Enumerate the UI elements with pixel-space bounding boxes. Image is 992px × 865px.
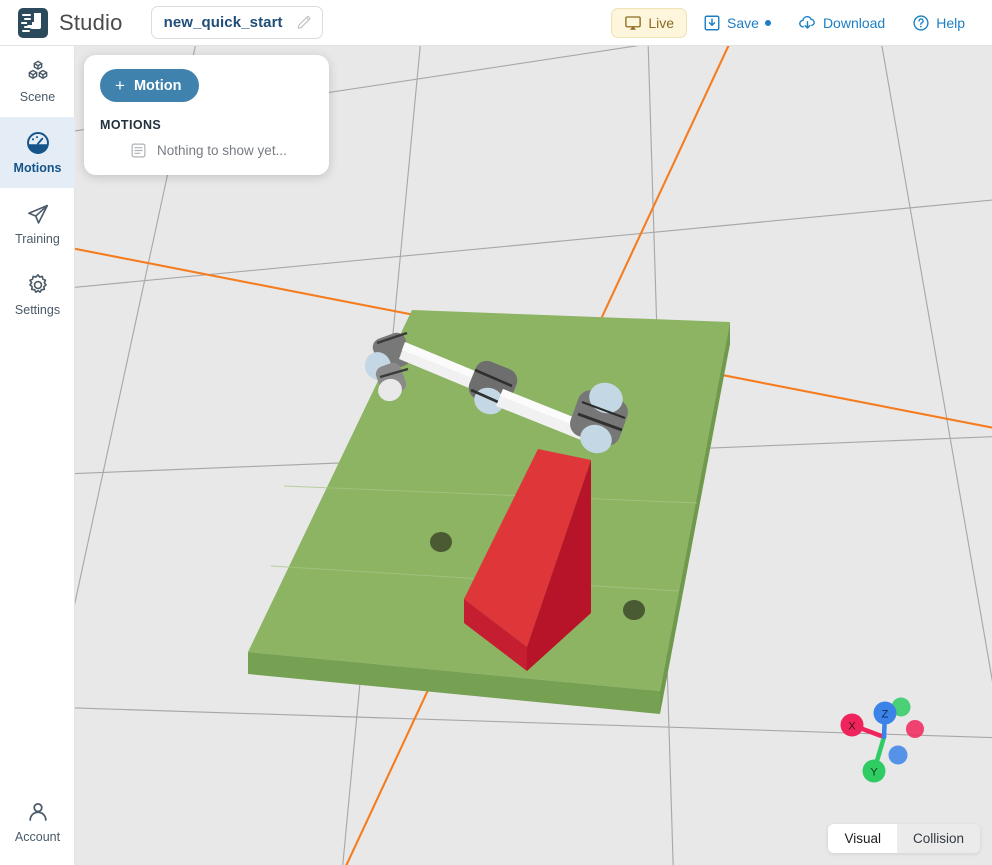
- motions-empty-label: Nothing to show yet...: [157, 143, 287, 158]
- sidebar-item-scene[interactable]: Scene: [0, 46, 75, 117]
- pencil-icon[interactable]: [297, 15, 312, 30]
- list-icon: [131, 143, 146, 158]
- question-circle-icon: [913, 14, 929, 31]
- toolbar-actions: Live Save Download Help: [611, 7, 976, 38]
- cubes-icon: [28, 60, 47, 79]
- live-label: Live: [648, 14, 675, 31]
- save-button[interactable]: Save: [692, 8, 782, 38]
- jacobi-j-logo-icon: [18, 7, 48, 38]
- view-mode-visual[interactable]: Visual: [828, 824, 897, 853]
- top-bar: Studio new_quick_start Live Save Downloa…: [0, 0, 992, 46]
- monitor-icon: [625, 15, 642, 30]
- gear-icon: [28, 274, 47, 293]
- plus-icon: +: [115, 76, 125, 95]
- sidebar-item-account[interactable]: Account: [0, 786, 75, 857]
- platform-marker: [430, 532, 452, 552]
- sidebar: Scene Motions Training Settings Account: [0, 46, 75, 865]
- axis-ball-neg-x[interactable]: [906, 720, 924, 738]
- axis-ball-neg-z[interactable]: [888, 745, 908, 765]
- add-motion-label: Motion: [133, 77, 182, 94]
- platform-marker: [623, 600, 645, 620]
- add-motion-button[interactable]: + Motion: [100, 69, 200, 102]
- motions-section-heading: MOTIONS: [100, 118, 162, 132]
- axis-gizmo[interactable]: X Y Z: [832, 685, 937, 790]
- live-button[interactable]: Live: [611, 7, 688, 38]
- sidebar-item-label: Training: [15, 232, 60, 246]
- axis-label-y: Y: [870, 767, 878, 779]
- motions-empty-state: Nothing to show yet...: [130, 142, 313, 159]
- sidebar-item-label: Motions: [13, 161, 62, 175]
- cloud-download-icon: [799, 15, 815, 29]
- sidebar-item-label: Scene: [19, 90, 56, 104]
- project-name-field[interactable]: new_quick_start: [150, 6, 323, 39]
- help-button[interactable]: Help: [901, 8, 976, 38]
- brand-name: Studio: [59, 9, 123, 35]
- sidebar-item-training[interactable]: Training: [0, 188, 75, 259]
- axis-label-x: X: [848, 721, 856, 733]
- sidebar-item-settings[interactable]: Settings: [0, 259, 75, 330]
- paper-plane-icon: [27, 204, 48, 224]
- sidebar-item-label: Settings: [14, 303, 61, 317]
- save-box-arrow-icon: [704, 15, 720, 30]
- person-icon: [28, 803, 47, 821]
- axis-label-z: Z: [882, 709, 889, 721]
- sidebar-item-label: Account: [14, 830, 61, 844]
- save-label: Save: [727, 14, 759, 31]
- view-mode-toggle: Visual Collision: [828, 824, 980, 853]
- download-label: Download: [822, 14, 886, 31]
- motions-panel: + Motion MOTIONS Nothing to show yet...: [84, 55, 329, 175]
- sidebar-item-motions[interactable]: Motions: [0, 117, 75, 188]
- gauge-icon: [26, 132, 49, 154]
- project-name-value: new_quick_start: [163, 14, 283, 31]
- help-label: Help: [936, 14, 965, 31]
- scene-viewport[interactable]: + Motion MOTIONS Nothing to show yet...: [75, 46, 992, 865]
- view-mode-collision[interactable]: Collision: [896, 824, 980, 853]
- download-button[interactable]: Download: [787, 7, 896, 38]
- save-modified-indicator: [764, 19, 771, 26]
